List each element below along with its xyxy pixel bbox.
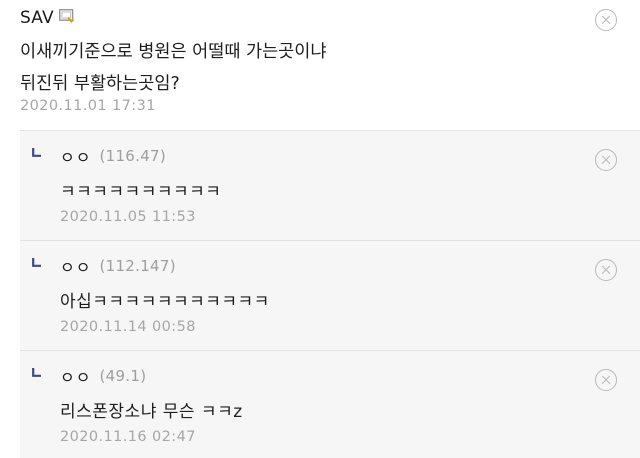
reply-arrow-icon: [32, 148, 41, 157]
reply-date: 2020.11.14 00:58: [60, 319, 196, 335]
comment-nickname[interactable]: SAV: [20, 8, 54, 28]
reply-ip: (116.47): [99, 147, 167, 165]
reply-ip: (49.1): [99, 367, 147, 385]
comment-body: 이새끼기준으로 병원은 어떨때 가는곳이냐 뒤진뒤 부활하는곳임?: [20, 36, 580, 100]
comment-date: 2020.11.01 17:31: [20, 98, 156, 114]
comment-thread: SAV 이새끼기준으로 병원은 어떨때 가는곳이냐 뒤진뒤 부활하는곳임? 20…: [0, 0, 640, 458]
reply-ip: (112.147): [99, 257, 176, 275]
close-icon[interactable]: [595, 149, 617, 171]
reply-author: ㅇㅇ (116.47): [60, 145, 166, 167]
main-comment: SAV 이새끼기준으로 병원은 어떨때 가는곳이냐 뒤진뒤 부활하는곳임? 20…: [0, 0, 640, 130]
reply-nickname[interactable]: ㅇㅇ: [60, 364, 91, 388]
reply-arrow-icon: [32, 368, 41, 377]
member-badge-icon: [58, 8, 75, 23]
comment-body-line: 뒤진뒤 부활하는곳임?: [20, 74, 180, 94]
reply-item: ㅇㅇ (116.47) ㅋㅋㅋㅋㅋㅋㅋㅋㅋㅋ 2020.11.05 11:53: [20, 130, 640, 240]
reply-author: ㅇㅇ (49.1): [60, 365, 146, 387]
close-icon[interactable]: [595, 9, 617, 31]
reply-item: ㅇㅇ (49.1) 리스폰장소냐 무슨 ㅋㅋz 2020.11.16 02:47: [20, 350, 640, 458]
reply-author: ㅇㅇ (112.147): [60, 255, 176, 277]
reply-date: 2020.11.16 02:47: [60, 429, 196, 445]
reply-body: 아십ㅋㅋㅋㅋㅋㅋㅋㅋㅋㅋㅋ: [60, 292, 270, 312]
close-icon[interactable]: [595, 369, 617, 391]
comment-body-line: 이새끼기준으로 병원은 어떨때 가는곳이냐: [20, 42, 327, 62]
comment-author: SAV: [20, 6, 75, 30]
reply-body: 리스폰장소냐 무슨 ㅋㅋz: [60, 402, 243, 422]
close-icon[interactable]: [595, 259, 617, 281]
reply-item: ㅇㅇ (112.147) 아십ㅋㅋㅋㅋㅋㅋㅋㅋㅋㅋㅋ 2020.11.14 00…: [20, 240, 640, 350]
reply-arrow-icon: [32, 258, 41, 267]
reply-nickname[interactable]: ㅇㅇ: [60, 144, 91, 168]
reply-nickname[interactable]: ㅇㅇ: [60, 254, 91, 278]
reply-date: 2020.11.05 11:53: [60, 209, 196, 225]
reply-body: ㅋㅋㅋㅋㅋㅋㅋㅋㅋㅋ: [60, 182, 222, 202]
